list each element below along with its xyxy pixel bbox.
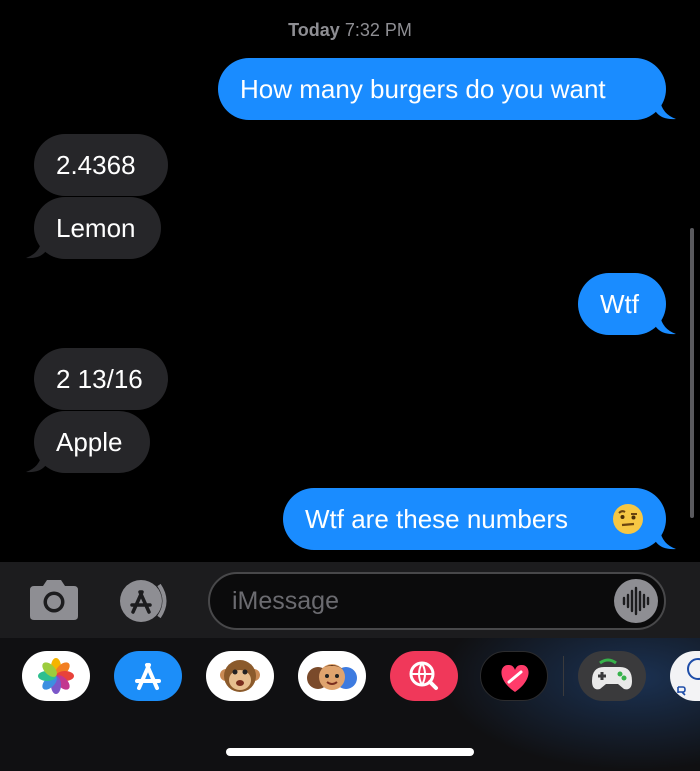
message-text: Apple bbox=[56, 427, 123, 457]
timestamp: Today 7:32 PM bbox=[0, 20, 700, 41]
app-drawer bbox=[0, 638, 700, 771]
message-input-placeholder: iMessage bbox=[232, 587, 339, 615]
scroll-indicator[interactable] bbox=[690, 228, 694, 518]
bubble-tail bbox=[656, 100, 676, 120]
photos-icon[interactable] bbox=[22, 651, 90, 701]
globe-search-icon[interactable] bbox=[390, 651, 458, 701]
timestamp-day: Today bbox=[288, 20, 340, 40]
tray-divider bbox=[563, 656, 564, 696]
message-outgoing[interactable]: How many burgers do you want bbox=[218, 58, 666, 120]
app-store-button-icon[interactable] bbox=[116, 576, 178, 626]
message-incoming[interactable]: 2.4368 bbox=[34, 134, 168, 196]
input-bar: iMessage bbox=[0, 562, 700, 638]
bubble-tail bbox=[656, 530, 676, 550]
audio-message-button[interactable] bbox=[614, 579, 658, 623]
message-text: How many burgers do you want bbox=[240, 74, 606, 104]
message-incoming[interactable]: Lemon bbox=[34, 197, 161, 259]
bubble-tail bbox=[26, 453, 46, 473]
message-incoming[interactable]: 2 13/16 bbox=[34, 348, 168, 410]
message-text: Wtf bbox=[600, 289, 639, 319]
game-controller-icon[interactable] bbox=[578, 651, 646, 701]
message-input[interactable]: iMessage bbox=[208, 572, 666, 630]
tray-glow bbox=[440, 638, 700, 771]
message-incoming[interactable]: Apple bbox=[34, 411, 150, 473]
message-text: Wtf are these numbers bbox=[305, 504, 568, 534]
message-text: 2 13/16 bbox=[56, 364, 143, 394]
timestamp-time: 7:32 PM bbox=[344, 20, 412, 40]
message-text: Lemon bbox=[56, 213, 136, 243]
home-indicator[interactable] bbox=[226, 748, 474, 756]
monkey-animoji-icon[interactable] bbox=[206, 651, 274, 701]
message-text: 2.4368 bbox=[56, 150, 136, 180]
message-outgoing[interactable]: Wtf bbox=[578, 273, 666, 335]
heart-icon[interactable] bbox=[480, 651, 548, 701]
bubble-tail bbox=[26, 239, 46, 259]
memoji-stickers-icon[interactable] bbox=[298, 651, 366, 701]
camera-icon[interactable] bbox=[26, 576, 82, 624]
raised-eyebrow-face-icon bbox=[613, 504, 643, 534]
audio-waveform-icon bbox=[622, 586, 650, 616]
app-store-icon[interactable] bbox=[114, 651, 182, 701]
message-outgoing[interactable]: Wtf are these numbers bbox=[283, 488, 666, 550]
bubble-tail bbox=[656, 315, 676, 335]
